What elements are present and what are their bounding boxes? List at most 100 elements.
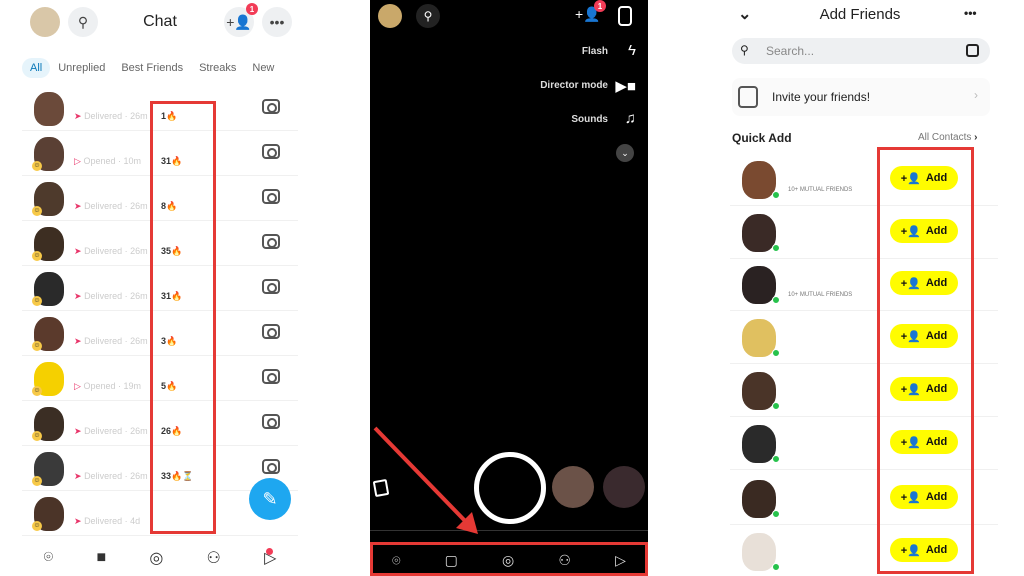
bitmoji-avatar xyxy=(742,480,776,518)
add-button-highlight-box xyxy=(877,147,974,574)
lens-thumbnail[interactable] xyxy=(552,466,594,508)
tab-unreplied[interactable]: Unreplied xyxy=(50,58,113,78)
delivered-arrow-icon: ➤ xyxy=(74,201,82,211)
status-text: Delivered xyxy=(84,516,123,526)
message-status: ➤ Delivered · 26m xyxy=(74,471,148,481)
camera-icon[interactable] xyxy=(262,414,280,429)
friend-emoji-icon: ☺ xyxy=(32,161,42,171)
bottom-nav: ⌾ ■ ◎ ⚇ ▷ xyxy=(22,540,298,576)
notification-badge: 1 xyxy=(246,3,258,15)
opened-arrow-icon: ▷ xyxy=(74,381,81,391)
new-chat-button[interactable]: ✎ xyxy=(249,478,291,520)
delivered-arrow-icon: ➤ xyxy=(74,426,82,436)
status-text: Delivered xyxy=(84,471,123,481)
delivered-arrow-icon: ➤ xyxy=(74,471,82,481)
lens-thumbnail[interactable] xyxy=(603,466,645,508)
online-dot xyxy=(772,563,780,571)
status-time: 26m xyxy=(130,246,148,256)
camera-icon[interactable] xyxy=(262,369,280,384)
tab-new[interactable]: New xyxy=(244,58,282,78)
all-contacts-link[interactable]: All Contacts › xyxy=(918,132,977,143)
status-text: Delivered xyxy=(84,426,123,436)
message-status: ➤ Delivered · 26m xyxy=(74,111,148,121)
camera-icon[interactable] xyxy=(262,189,280,204)
online-dot xyxy=(772,349,780,357)
camera-icon[interactable]: ◎ xyxy=(149,548,163,568)
status-text: Delivered xyxy=(84,111,123,121)
status-text: Delivered xyxy=(84,246,123,256)
camera-icon[interactable] xyxy=(262,459,280,474)
flash-label: Flash xyxy=(581,46,608,57)
camera-icon[interactable] xyxy=(262,144,280,159)
status-time: 19m xyxy=(123,381,141,391)
online-dot xyxy=(772,455,780,463)
chevron-right-icon: › xyxy=(974,88,978,102)
camera-icon[interactable] xyxy=(262,234,280,249)
stories-dot xyxy=(266,548,273,555)
tab-streaks[interactable]: Streaks xyxy=(191,58,244,78)
bitmoji-avatar xyxy=(742,266,776,304)
delivered-arrow-icon: ➤ xyxy=(74,246,82,256)
expand-chevron-icon[interactable]: ⌄ xyxy=(616,144,634,162)
map-pin-icon[interactable]: ⌾ xyxy=(44,549,54,567)
delivered-arrow-icon: ➤ xyxy=(74,291,82,301)
friend-emoji-icon: ☺ xyxy=(32,386,42,396)
message-status: ➤ Delivered · 26m xyxy=(74,336,148,346)
online-dot xyxy=(772,402,780,410)
message-status: ➤ Delivered · 4d xyxy=(74,516,141,526)
search-icon: ⚲ xyxy=(423,9,433,23)
online-dot xyxy=(772,296,780,304)
chat-icon[interactable]: ■ xyxy=(96,549,106,567)
status-time: 26m xyxy=(130,291,148,301)
flip-camera-icon[interactable] xyxy=(618,6,632,26)
message-status: ▷ Opened · 10m xyxy=(74,156,141,166)
search-bar[interactable]: ⚲ Search... xyxy=(732,38,990,64)
status-text: Delivered xyxy=(84,336,123,346)
friend-emoji-icon: ☺ xyxy=(32,341,42,351)
friends-icon[interactable]: ⚇ xyxy=(207,548,221,568)
more-icon[interactable]: ••• xyxy=(964,6,977,20)
online-dot xyxy=(772,510,780,518)
message-status: ➤ Delivered · 26m xyxy=(74,426,148,436)
status-time: 26m xyxy=(130,111,148,121)
nav-highlight-box xyxy=(370,542,648,576)
mutual-friends-label: 10+ MUTUAL FRIENDS xyxy=(788,187,853,193)
camera-icon[interactable] xyxy=(262,324,280,339)
friend-emoji-icon: ☺ xyxy=(32,521,42,531)
online-dot xyxy=(772,191,780,199)
snapcode-icon[interactable] xyxy=(966,44,979,57)
page-title: Chat xyxy=(143,13,177,30)
invite-friends-row[interactable]: Invite your friends! › xyxy=(732,78,990,116)
director-mode-icon[interactable]: ▶■ xyxy=(615,77,636,95)
status-time: 26m xyxy=(130,426,148,436)
profile-avatar[interactable] xyxy=(378,4,402,28)
status-time: 4d xyxy=(130,516,141,526)
opened-arrow-icon: ▷ xyxy=(74,156,81,166)
delivered-arrow-icon: ➤ xyxy=(74,336,82,346)
camera-icon[interactable] xyxy=(262,99,280,114)
all-contacts-label: All Contacts xyxy=(918,132,972,143)
status-time: 26m xyxy=(130,336,148,346)
tab-best-friends[interactable]: Best Friends xyxy=(113,58,191,78)
music-note-icon[interactable]: ♫ xyxy=(625,110,636,127)
more-button[interactable]: ••• xyxy=(262,7,292,37)
mutual-friends-label: 10+ MUTUAL FRIENDS xyxy=(788,292,853,298)
bitmoji-avatar xyxy=(742,425,776,463)
search-input[interactable]: Search... xyxy=(766,44,814,58)
tab-all[interactable]: All xyxy=(22,58,51,78)
delivered-arrow-icon: ➤ xyxy=(74,516,82,526)
red-arrow xyxy=(373,426,478,534)
camera-icon[interactable] xyxy=(262,279,280,294)
bitmoji-avatar xyxy=(742,161,776,199)
friend-emoji-icon: ☺ xyxy=(32,296,42,306)
chat-filter-tabs: All Unreplied Best Friends Streaks New xyxy=(22,58,298,78)
flash-off-icon[interactable]: ϟ xyxy=(628,42,636,59)
page-title: Add Friends xyxy=(819,6,901,23)
search-button[interactable]: ⚲ xyxy=(416,4,440,28)
invite-label: Invite your friends! xyxy=(772,90,871,104)
director-mode-label: Director mode xyxy=(540,80,608,91)
message-status: ➤ Delivered · 26m xyxy=(74,291,148,301)
contacts-book-icon xyxy=(738,86,758,108)
message-status: ➤ Delivered · 26m xyxy=(74,246,148,256)
status-time: 26m xyxy=(130,471,148,481)
